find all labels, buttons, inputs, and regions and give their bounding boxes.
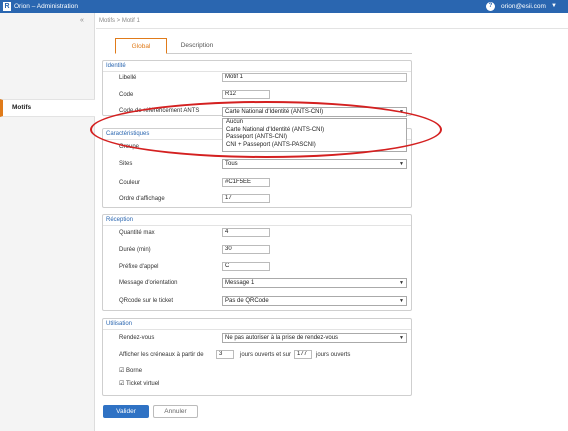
breadcrumb: Motifs > Motif 1 [99, 18, 140, 24]
sites-selected-value: Tous [225, 161, 238, 167]
ants-option[interactable]: Aucun [223, 119, 406, 127]
tab-global[interactable]: Global [115, 38, 167, 54]
divider [103, 71, 411, 72]
rdv-selected-value: Ne pas autoriser à la prise de rendez-vo… [225, 335, 339, 341]
sites-select[interactable]: Tous ▼ [222, 159, 407, 169]
creneaux-to-input[interactable]: 177 [294, 350, 312, 359]
ants-option[interactable]: Passeport (ANTS-CNI) [223, 134, 406, 142]
tab-description[interactable]: Description [172, 38, 222, 54]
ticket-virtuel-checkbox[interactable]: ☑ Ticket virtuel [119, 380, 159, 387]
borne-checkbox[interactable]: ☑ Borne [119, 367, 142, 374]
qrcode-selected-value: Pas de QRCode [225, 298, 269, 304]
couleur-input[interactable]: #C1F5EE [222, 178, 270, 187]
caracteristiques-title: Caractéristiques [106, 131, 150, 137]
top-bar: R Orion – Administration ? orion@esii.co… [0, 0, 568, 13]
chevron-down-icon: ▼ [399, 109, 404, 115]
quantite-label: Quantité max [119, 230, 155, 236]
help-icon[interactable]: ? [486, 2, 495, 11]
prefixe-label: Préfixe d'appel [119, 264, 159, 270]
rdv-select[interactable]: Ne pas autoriser à la prise de rendez-vo… [222, 333, 407, 343]
utilisation-title: Utilisation [106, 321, 133, 327]
code-input[interactable]: R12 [222, 90, 270, 99]
sidebar-item-label: Motifs [12, 104, 32, 111]
qrcode-select[interactable]: Pas de QRCode ▼ [222, 296, 407, 306]
creneaux-from-input[interactable]: 3 [216, 350, 234, 359]
ants-dropdown-list: Aucun Carte National d'Identité (ANTS-CN… [222, 118, 407, 152]
chevron-down-icon: ▼ [399, 161, 404, 167]
breadcrumb-bar: Motifs > Motif 1 [96, 13, 568, 29]
divider [103, 329, 411, 330]
ants-selected-value: Carte National d'Identité (ANTS-CNI) [225, 109, 324, 115]
chevron-down-icon: ▼ [399, 298, 404, 304]
sidebar-item-motifs[interactable]: Motifs [0, 99, 95, 117]
rdv-label: Rendez-vous [119, 335, 155, 341]
message-select[interactable]: Message 1 ▼ [222, 278, 407, 288]
creneaux-mid: jours ouverts et sur [240, 352, 292, 358]
divider [103, 225, 411, 226]
qrcode-label: QRcode sur le ticket [119, 298, 174, 304]
ants-select[interactable]: Carte National d'Identité (ANTS-CNI) ▼ [222, 107, 407, 117]
ordre-label: Ordre d'affichage [119, 196, 165, 202]
libelle-label: Libellé [119, 75, 137, 81]
message-selected-value: Message 1 [225, 280, 255, 286]
chevron-down-icon: ▼ [399, 335, 404, 341]
creneaux-prefix: Afficher les créneaux à partir de [119, 352, 204, 358]
sites-label: Sites [119, 161, 133, 167]
creneaux-suffix: jours ouverts [316, 352, 351, 358]
ants-option[interactable]: Carte National d'Identité (ANTS-CNI) [223, 127, 406, 135]
cancel-button[interactable]: Annuler [153, 405, 198, 418]
app-logo: R [3, 2, 11, 11]
tab-bar: Global Description [115, 38, 412, 54]
prefixe-input[interactable]: C [222, 262, 270, 271]
ants-option[interactable]: CNI + Passeport (ANTS-PASCNI) [223, 142, 406, 150]
validate-button[interactable]: Valider [103, 405, 149, 418]
message-label: Message d'orientation [119, 280, 178, 286]
app-title: Orion – Administration [14, 3, 78, 10]
ordre-input[interactable]: 17 [222, 194, 270, 203]
libelle-input[interactable]: Motif 1 [222, 73, 407, 82]
chevron-down-icon[interactable]: ▼ [551, 3, 557, 9]
code-label: Code [119, 92, 134, 98]
duree-label: Durée (min) [119, 247, 151, 253]
chevron-down-icon: ▼ [399, 280, 404, 286]
reception-title: Réception [106, 217, 134, 223]
collapse-sidebar-icon[interactable]: « [80, 17, 84, 24]
quantite-input[interactable]: 4 [222, 228, 270, 237]
couleur-label: Couleur [119, 180, 141, 186]
ants-label: Code de référencement ANTS [119, 108, 200, 114]
user-menu[interactable]: orion@esii.com [501, 3, 546, 10]
duree-input[interactable]: 30 [222, 245, 270, 254]
groupe-label: Groupe [119, 144, 140, 150]
identite-title: Identité [106, 63, 126, 69]
sidebar: « Motifs [0, 13, 95, 431]
